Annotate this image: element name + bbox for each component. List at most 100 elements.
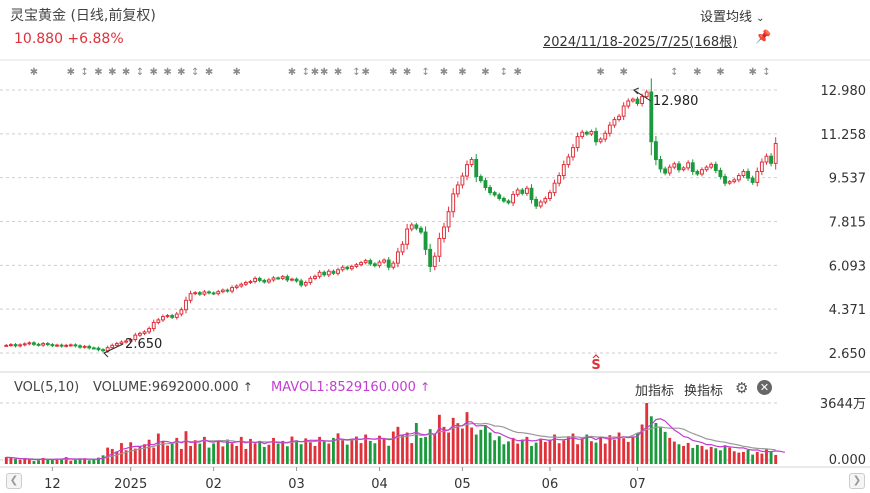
candle-body (294, 278, 299, 282)
candle-body (478, 176, 483, 182)
event-marker: ↕ (670, 67, 678, 78)
volume-bar (27, 459, 31, 464)
volume-bar (46, 459, 50, 464)
event-marker: ✱ (288, 67, 296, 78)
candle-body (87, 345, 92, 349)
candle-body (681, 167, 686, 171)
candle-body (437, 237, 442, 257)
volume-bar (129, 442, 133, 464)
chevron-right-icon[interactable]: ❯ (849, 473, 865, 489)
volume-bar (645, 403, 649, 464)
annotation-arrowhead (103, 350, 110, 358)
volume-bar (373, 443, 377, 464)
candle-body (147, 328, 152, 333)
volume-bar (677, 444, 681, 464)
volume-bar (433, 434, 437, 464)
volume-min-label: 0.000 (829, 453, 866, 468)
volume-bar (751, 454, 755, 464)
event-marker: ✱ (177, 67, 185, 78)
time-axis-label: 12 (44, 477, 61, 492)
candle-body (773, 142, 778, 164)
volume-bar (216, 440, 220, 464)
candle-body (405, 228, 410, 245)
candle-body (91, 347, 96, 350)
event-marker: ✱ (334, 67, 342, 78)
volume-bar (405, 432, 409, 464)
volume-bar (511, 437, 515, 464)
candle-body (207, 291, 211, 294)
volume-bar (419, 437, 423, 464)
candle-body (340, 266, 345, 271)
volume-bar (198, 443, 202, 464)
candle-body (621, 105, 626, 117)
volume-bar (32, 460, 36, 464)
switch-indicator-button[interactable]: 换指标 (684, 380, 723, 399)
volume-bar (695, 444, 699, 464)
candle-body (59, 344, 64, 347)
volume-bar (631, 436, 635, 464)
volume-bar (774, 454, 778, 464)
volume-bar (253, 443, 257, 464)
candlestick-chart[interactable]: 12.980 11.258 9.537 7.815 6.093 4.371 2.650 364… (0, 0, 870, 493)
volume-bar (14, 458, 17, 464)
candle-body (193, 292, 198, 295)
volume-bar (226, 439, 229, 464)
candle-body (4, 344, 9, 347)
candle-body (331, 270, 336, 274)
candle-body (266, 279, 271, 283)
volume-bar (718, 450, 722, 464)
chevron-left-icon[interactable]: ❮ (6, 473, 22, 489)
volume-bar (313, 445, 317, 464)
candle-body (584, 131, 589, 135)
volume-bar (322, 440, 326, 464)
volume-bar (737, 452, 741, 464)
volume-bar (143, 444, 146, 464)
candle-body (82, 345, 87, 348)
event-marker: ↕ (191, 67, 199, 78)
candle-body (423, 231, 428, 250)
candle-body (630, 98, 635, 102)
candle-body (253, 277, 258, 282)
volume-bar (691, 447, 695, 464)
gear-icon[interactable]: ⚙ (735, 379, 748, 397)
candle-body (755, 170, 760, 183)
candle-body (736, 175, 741, 181)
volume-bar (401, 434, 404, 464)
event-marker: ✱ (150, 67, 158, 78)
volume-value-label: VOLUME:9692000.000 (93, 380, 239, 395)
volume-bar (184, 431, 188, 464)
candle-body (78, 345, 82, 348)
volume-bar (308, 442, 312, 464)
volume-bar (484, 425, 487, 464)
candle-body (382, 259, 387, 263)
volume-bar (769, 451, 773, 464)
candle-body (386, 259, 391, 268)
add-indicator-button[interactable]: 加指标 (635, 380, 674, 399)
volume-bar (391, 431, 395, 464)
volume-bar (207, 447, 211, 464)
candle-body (446, 211, 451, 228)
volume-bar (742, 451, 745, 464)
volume-bar (249, 438, 252, 464)
candle-body (45, 343, 50, 346)
candle-body (723, 176, 727, 184)
volume-bar (437, 414, 441, 464)
volume-bar (396, 426, 400, 464)
candle-body (248, 280, 253, 283)
volume-bar (714, 448, 718, 464)
candle-body (105, 347, 110, 352)
volume-bar (474, 434, 478, 464)
arrow-up-icon: ↑ (242, 380, 253, 394)
candle-body (506, 200, 511, 204)
volume-bar (37, 460, 40, 464)
volume-bar (594, 442, 598, 464)
candle-body (557, 175, 562, 184)
candle-body (497, 194, 502, 199)
close-icon[interactable]: ✕ (757, 380, 772, 395)
volume-bar (359, 443, 363, 464)
volume-bar (410, 443, 414, 464)
candle-body (18, 344, 23, 347)
candle-body (101, 349, 105, 352)
volume-bar (424, 436, 427, 464)
time-axis-label: 04 (371, 477, 388, 492)
